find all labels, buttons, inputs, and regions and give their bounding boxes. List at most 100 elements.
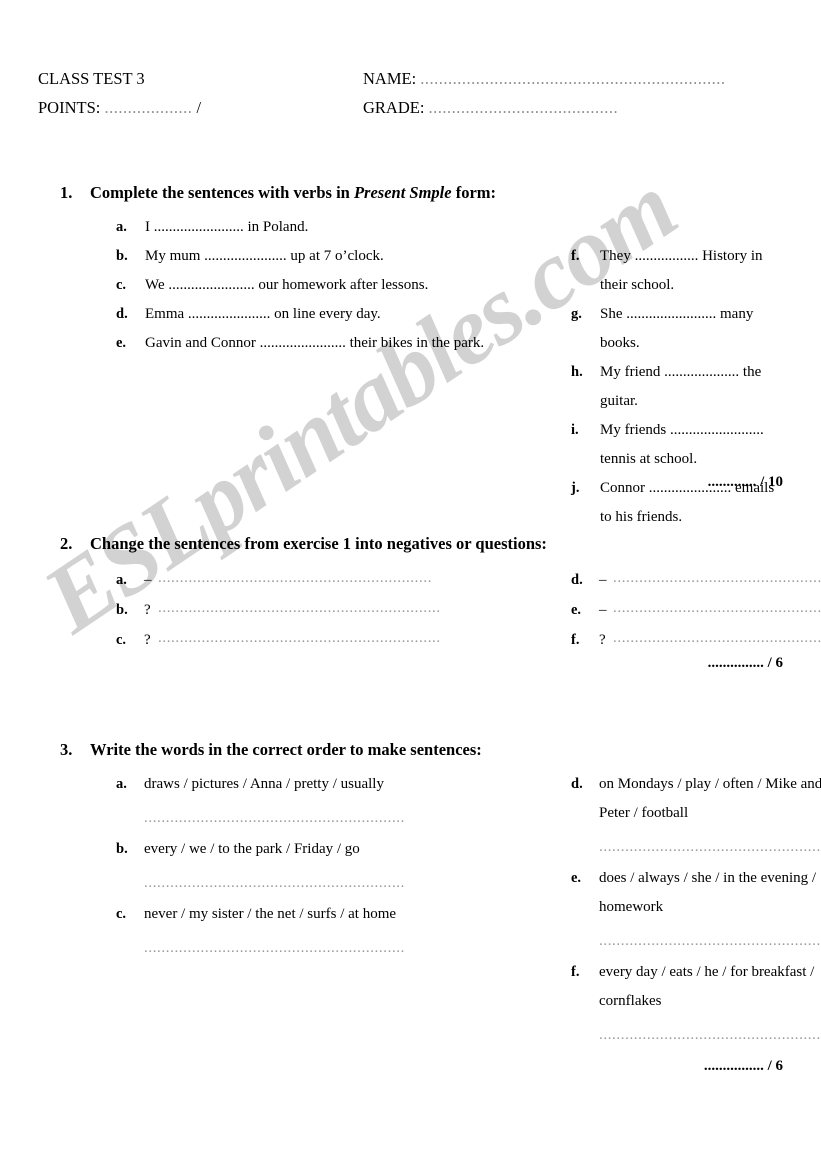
worksheet-header: CLASS TEST 3 NAME: .....................… (38, 64, 783, 122)
class-test-title: CLASS TEST 3 (38, 69, 145, 88)
list-item: i. My friends ......................... … (571, 416, 783, 474)
header-row-top: CLASS TEST 3 NAME: .....................… (38, 64, 783, 93)
exercise-3-left-column: a. draws / pictures / Anna / pretty / us… (38, 770, 502, 1052)
exercise-1-title-emphasis: Present Smple (353, 183, 452, 202)
list-item: c. We ....................... our homewo… (116, 271, 502, 300)
answer-symbol: – (599, 572, 607, 588)
points-slash: / (196, 98, 202, 117)
item-marker: a. (116, 572, 127, 588)
item-text: I ........................ in Poland. (145, 219, 309, 235)
item-marker: b. (116, 248, 128, 264)
item-marker: a. (116, 219, 127, 235)
answer-line[interactable]: f. ? ...................................… (571, 625, 821, 655)
list-item: a. draws / pictures / Anna / pretty / us… (116, 770, 502, 799)
points-label: POINTS: (38, 98, 101, 117)
answer-line[interactable]: d. – ...................................… (571, 565, 821, 595)
item-text: every day / eats / he / for breakfast / … (599, 964, 815, 1009)
exercise-1-left-column: a. I ........................ in Poland.… (38, 213, 502, 532)
item-text: My friends ......................... ten… (600, 422, 764, 467)
item-marker: b. (116, 602, 128, 618)
answer-rule: ........................................… (158, 630, 441, 646)
item-marker: d. (571, 572, 583, 588)
exercise-2-right-column: d. – ...................................… (502, 565, 821, 655)
exercise-2-columns: a. – ...................................… (38, 565, 821, 655)
answer-symbol: ? (599, 632, 606, 648)
exercise-3-heading: 3. Write the words in the correct order … (60, 740, 482, 760)
list-item: e. Gavin and Connor ....................… (116, 329, 502, 358)
item-marker: c. (116, 277, 127, 293)
item-marker: f. (571, 964, 580, 980)
answer-line[interactable]: c. ? ...................................… (116, 625, 502, 655)
grade-label: GRADE: (363, 98, 425, 117)
list-item: h. My friend .................... the gu… (571, 358, 783, 416)
answer-symbol: – (144, 572, 152, 588)
item-text: does / always / she / in the evening / h… (599, 870, 817, 915)
item-text: We ....................... our homework … (145, 277, 429, 293)
answer-rule[interactable]: ........................................… (599, 1022, 821, 1048)
item-marker: h. (571, 364, 583, 380)
list-item: g. She ........................ many boo… (571, 300, 783, 358)
item-marker: i. (571, 422, 579, 438)
answer-line[interactable]: e. – ...................................… (571, 595, 821, 625)
exercise-3-columns: a. draws / pictures / Anna / pretty / us… (38, 770, 821, 1052)
exercise-3-number: 3. (60, 740, 73, 759)
list-item: e. does / always / she / in the evening … (571, 864, 821, 922)
answer-line[interactable]: b. ? ...................................… (116, 595, 502, 625)
answer-symbol: – (599, 602, 607, 618)
answer-rule[interactable]: ........................................… (144, 935, 419, 961)
answer-rule[interactable]: ........................................… (599, 928, 821, 954)
word-order-block: c. never / my sister / the net / surfs /… (116, 900, 502, 961)
list-item: c. never / my sister / the net / surfs /… (116, 900, 502, 929)
list-item: a. I ........................ in Poland. (116, 213, 502, 242)
item-marker: d. (116, 306, 128, 322)
answer-rule: ........................................… (158, 600, 441, 616)
answer-symbol: ? (144, 632, 151, 648)
item-text: draws / pictures / Anna / pretty / usual… (144, 776, 384, 792)
exercise-2-title: Change the sentences from exercise 1 int… (90, 534, 547, 553)
points-field: POINTS: ................... / (38, 93, 363, 122)
word-order-block: d. on Mondays / play / often / Mike and … (571, 770, 821, 860)
list-item: d. on Mondays / play / often / Mike and … (571, 770, 821, 828)
points-dots: ................... (104, 98, 193, 117)
item-text: every / we / to the park / Friday / go (144, 841, 360, 857)
exercise-1-title-before: Complete the sentences with verbs in (90, 183, 354, 202)
answer-rule: ........................................… (613, 630, 821, 646)
answer-rule: ........................................… (613, 600, 821, 616)
item-text: Emma ...................... on line ever… (145, 306, 381, 322)
exercise-3-score: ................ / 6 (703, 1058, 783, 1074)
header-row-bottom: POINTS: ................... / GRADE: ...… (38, 93, 783, 122)
answer-line[interactable]: a. – ...................................… (116, 565, 502, 595)
exercise-1-title-after: form: (451, 183, 497, 202)
exercise-2-score: ............... / 6 (707, 655, 783, 671)
item-marker: e. (571, 870, 582, 886)
word-order-block: e. does / always / she / in the evening … (571, 864, 821, 954)
item-marker: e. (571, 602, 582, 618)
grade-field: GRADE: .................................… (363, 93, 783, 122)
word-order-block: b. every / we / to the park / Friday / g… (116, 835, 502, 896)
word-order-block: a. draws / pictures / Anna / pretty / us… (116, 770, 502, 831)
answer-rule[interactable]: ........................................… (144, 870, 419, 896)
item-text: She ........................ many books. (600, 306, 754, 351)
item-marker: e. (116, 335, 127, 351)
name-label: NAME: (363, 69, 417, 88)
answer-rule: ........................................… (158, 570, 433, 586)
list-item: f. They ................. History in the… (571, 242, 783, 300)
item-marker: g. (571, 306, 582, 322)
item-text: They ................. History in their … (600, 248, 763, 293)
list-item: d. Emma ...................... on line e… (116, 300, 502, 329)
list-item: f. every day / eats / he / for breakfast… (571, 958, 821, 1016)
answer-rule[interactable]: ........................................… (599, 834, 821, 860)
exercise-3-right-column: d. on Mondays / play / often / Mike and … (502, 770, 821, 1052)
name-dots: ........................................… (420, 69, 726, 88)
answer-rule[interactable]: ........................................… (144, 805, 419, 831)
exercise-1-number: 1. (60, 183, 73, 202)
list-item: b. My mum ...................... up at 7… (116, 242, 502, 271)
item-marker: c. (116, 906, 127, 922)
name-field: NAME: ..................................… (363, 64, 783, 93)
item-text: My friend .................... the guita… (600, 364, 762, 409)
item-text: My mum ...................... up at 7 o’… (145, 248, 384, 264)
item-marker: c. (116, 632, 127, 648)
exercise-1-score: ............. / 10 (707, 474, 783, 490)
item-marker: f. (571, 248, 580, 264)
item-text: never / my sister / the net / surfs / at… (144, 906, 397, 922)
